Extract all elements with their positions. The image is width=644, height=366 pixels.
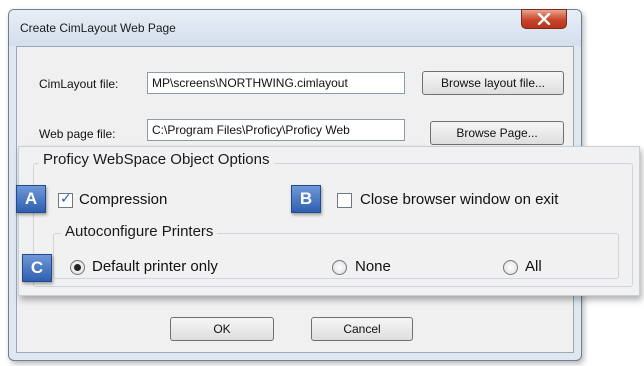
webspace-options-panel: Proficy WebSpace Object Options ✓ Compre… (18, 146, 640, 296)
callout-badge-a: A (16, 185, 46, 213)
close-button[interactable] (521, 9, 567, 29)
radio-default-printer-only[interactable] (70, 260, 85, 275)
screenshot-stage: Create CimLayout Web Page CimLayout file… (0, 0, 644, 366)
cimlayout-file-label: CimLayout file: (39, 77, 119, 91)
compression-checkbox[interactable]: ✓ (58, 191, 73, 208)
web-page-file-input[interactable]: C:\Program Files\Proficy\Proficy Web (147, 119, 405, 141)
callout-badge-b: B (291, 185, 321, 213)
all-label: All (525, 258, 542, 275)
cancel-button[interactable]: Cancel (311, 317, 413, 341)
cimlayout-file-input[interactable]: MP\screens\NORTHWING.cimlayout (147, 72, 405, 94)
radio-none[interactable] (332, 260, 347, 275)
close-browser-checkbox[interactable] (337, 193, 352, 208)
none-label: None (355, 258, 391, 275)
default-printer-only-label: Default printer only (92, 258, 218, 275)
browse-page-button[interactable]: Browse Page... (430, 121, 564, 145)
compression-label: Compression (79, 191, 168, 208)
radio-all[interactable] (503, 260, 518, 275)
dialog-title: Create CimLayout Web Page (20, 21, 176, 35)
callout-badge-c: C (22, 254, 52, 282)
title-bar: Create CimLayout Web Page (9, 9, 581, 46)
ok-button[interactable]: OK (170, 317, 274, 341)
autoconfigure-printers-title: Autoconfigure Printers (61, 223, 218, 240)
webspace-options-title: Proficy WebSpace Object Options (39, 151, 274, 168)
checkmark-icon: ✓ (60, 191, 72, 207)
browse-layout-file-button[interactable]: Browse layout file... (422, 71, 564, 95)
close-browser-label: Close browser window on exit (360, 191, 559, 208)
close-icon (537, 13, 551, 25)
web-page-file-label: Web page file: (39, 127, 116, 141)
